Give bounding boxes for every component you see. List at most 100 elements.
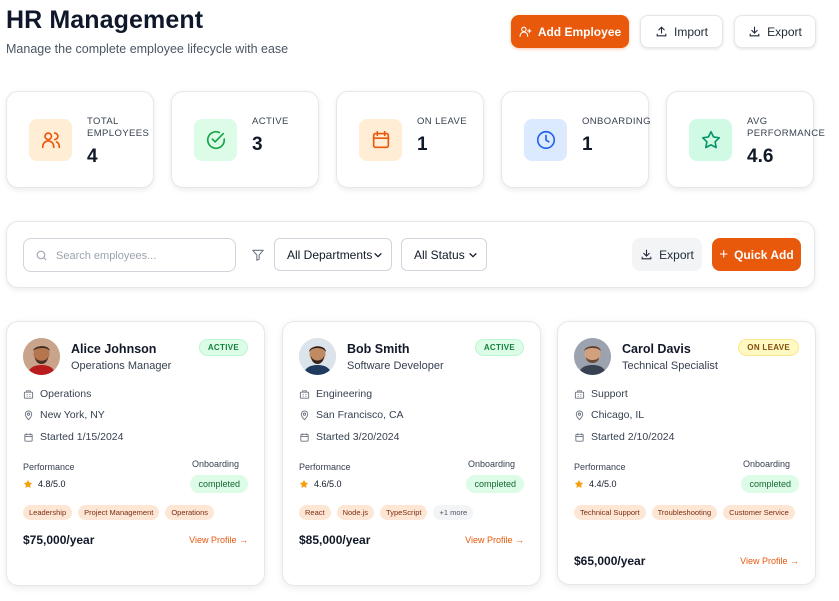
start-date-row: Started 2/10/2024 (574, 431, 674, 443)
building-icon (23, 389, 34, 399)
rating-text: 4.4/5.0 (589, 479, 617, 489)
employee-name[interactable]: Carol Davis (622, 342, 691, 356)
status-select[interactable]: All Status (401, 238, 487, 271)
onboarding-status: completed (466, 475, 524, 493)
chevron-down-icon (469, 253, 477, 258)
download-icon (640, 248, 653, 261)
employee-card[interactable]: Alice Johnson Operations Manager ACTIVE … (6, 321, 265, 586)
performance-rating: 4.8/5.0 (23, 479, 66, 489)
status-badge: ACTIVE (198, 339, 248, 356)
stat-label: On Leave (417, 116, 468, 127)
stat-card-on-leave: On Leave 1 (336, 91, 484, 188)
department-select[interactable]: All Departments (274, 238, 392, 271)
location-row: San Francisco, CA (299, 409, 404, 421)
employee-name[interactable]: Bob Smith (347, 342, 410, 356)
avatar (23, 338, 60, 375)
map-pin-icon (300, 410, 309, 420)
view-profile-link[interactable]: View Profile → (740, 556, 799, 566)
start-date-text: Started 2/10/2024 (591, 431, 675, 443)
onboarding-status: completed (741, 475, 799, 493)
stat-label: Avg Performance (747, 116, 826, 139)
add-employee-button[interactable]: Add Employee (511, 15, 629, 48)
check-circle-icon (194, 119, 237, 161)
stat-card-avg-performance: Avg Performance 4.6 (666, 91, 826, 188)
stat-label: Onboarding (582, 116, 651, 127)
location-text: San Francisco, CA (316, 409, 404, 421)
performance-label: Performance (574, 462, 626, 472)
start-date-row: Started 3/20/2024 (299, 431, 399, 443)
avatar (299, 338, 336, 375)
export-button[interactable]: Export (734, 15, 816, 48)
salary: $85,000/year (299, 533, 371, 547)
skills-list: Technical Support Troubleshooting Custom… (574, 505, 804, 520)
skill-tag: TypeScript (380, 505, 428, 520)
start-date-text: Started 1/15/2024 (40, 431, 124, 443)
map-pin-icon (24, 410, 33, 420)
performance-rating: 4.6/5.0 (299, 479, 342, 489)
calendar-icon (24, 432, 33, 442)
skills-list: React Node.js TypeScript +1 more (299, 505, 529, 520)
plus-icon: + (719, 246, 729, 263)
stat-card-total-employees: Total Employees 4 (6, 91, 154, 188)
performance-label: Performance (299, 462, 351, 472)
stat-label: Active (252, 116, 289, 127)
salary: $75,000/year (23, 533, 95, 547)
salary: $65,000/year (574, 554, 646, 568)
location-row: Chicago, IL (574, 409, 644, 421)
chevron-down-icon (374, 253, 382, 258)
quick-add-label: Quick Add (734, 247, 794, 262)
export-label: Export (767, 24, 802, 39)
download-icon (748, 25, 761, 38)
add-employee-label: Add Employee (537, 24, 622, 39)
employee-name[interactable]: Alice Johnson (71, 342, 156, 356)
star-icon (299, 479, 309, 488)
star-icon (689, 119, 732, 161)
search-input[interactable] (56, 245, 226, 267)
skill-tag: Troubleshooting (651, 505, 718, 520)
page-subtitle: Manage the complete employee lifecycle w… (6, 42, 289, 56)
stat-value: 4.6 (747, 146, 774, 167)
stat-value: 3 (252, 134, 263, 155)
star-icon (574, 479, 584, 488)
rating-text: 4.8/5.0 (38, 479, 66, 489)
start-date-text: Started 3/20/2024 (316, 431, 400, 443)
stat-label: Total Employees (87, 116, 150, 139)
filter-bar: All Departments All Status Export + Quic… (6, 221, 815, 288)
stat-value: 4 (87, 146, 98, 167)
status-select-value: All Status (414, 247, 465, 262)
view-profile-link[interactable]: View Profile → (465, 535, 524, 545)
stat-card-active: Active 3 (171, 91, 319, 188)
filter-export-button[interactable]: Export (632, 238, 702, 271)
performance-label: Performance (23, 462, 75, 472)
department-text: Operations (40, 388, 92, 400)
calendar-icon (300, 432, 309, 442)
filter-icon (252, 249, 264, 261)
start-date-row: Started 1/15/2024 (23, 431, 123, 443)
rating-text: 4.6/5.0 (314, 479, 342, 489)
users-icon (29, 119, 72, 161)
employee-card[interactable]: Bob Smith Software Developer ACTIVE Engi… (282, 321, 541, 586)
skill-more-tag[interactable]: +1 more (433, 505, 474, 520)
avatar (574, 338, 611, 375)
stat-value: 1 (417, 134, 428, 155)
skill-tag: React (299, 505, 331, 520)
skill-tag: Operations (165, 505, 215, 520)
upload-icon (655, 25, 668, 38)
location-text: Chicago, IL (591, 409, 645, 421)
import-button[interactable]: Import (640, 15, 723, 48)
department-row: Operations (23, 388, 91, 400)
stat-value: 1 (582, 134, 593, 155)
quick-add-button[interactable]: + Quick Add (712, 238, 801, 271)
map-pin-icon (575, 410, 584, 420)
calendar-icon (575, 432, 584, 442)
calendar-icon (359, 119, 402, 161)
employee-card[interactable]: Carol Davis Technical Specialist ON LEAV… (557, 321, 816, 585)
department-row: Support (574, 388, 628, 400)
building-icon (574, 389, 585, 399)
search-box[interactable] (23, 238, 236, 272)
location-text: New York, NY (40, 409, 105, 421)
user-plus-icon (519, 25, 532, 38)
performance-rating: 4.4/5.0 (574, 479, 617, 489)
view-profile-link[interactable]: View Profile → (189, 535, 248, 545)
skills-list: Leadership Project Management Operations (23, 505, 253, 520)
